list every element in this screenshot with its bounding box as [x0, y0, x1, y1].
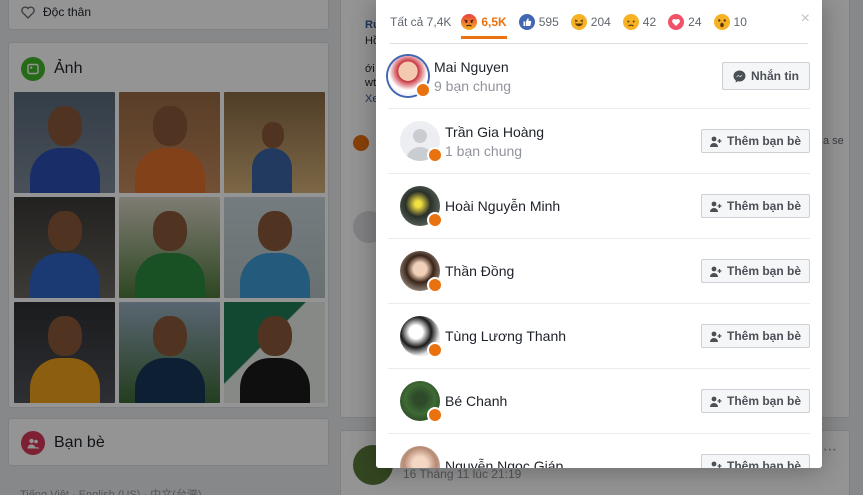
add-friend-icon — [709, 201, 722, 212]
person-name[interactable]: Trần Gia Hoàng — [445, 124, 544, 140]
add-friend-icon — [709, 266, 722, 277]
angry-reaction-icon — [427, 147, 443, 163]
add-friend-label: Thêm bạn bè — [726, 199, 801, 213]
tab-sad[interactable]: 42 — [622, 0, 657, 43]
tab-all-label: Tất cả 7,4K — [390, 14, 452, 29]
add-friend-label: Thêm bạn bè — [726, 329, 801, 343]
reaction-tabs: Tất cả 7,4K 6,5K 595 204 42 24 10 — [376, 0, 822, 43]
tab-sad-count: 42 — [642, 14, 657, 29]
person-name[interactable]: Tùng Lương Thanh — [445, 328, 566, 344]
wow-reaction-icon — [713, 13, 730, 30]
avatar[interactable] — [400, 446, 440, 468]
add-friend-button[interactable]: Thêm bạn bè — [700, 454, 810, 468]
messenger-icon — [733, 70, 746, 82]
add-friend-label: Thêm bạn bè — [726, 134, 801, 148]
person-name[interactable]: Mai Nguyen — [434, 59, 509, 75]
haha-reaction-icon — [570, 13, 587, 30]
add-friend-button[interactable]: Thêm bạn bè — [700, 259, 810, 283]
tab-angry-count: 6,5K — [481, 14, 507, 29]
angry-reaction-icon — [427, 342, 443, 358]
tab-love-count: 24 — [688, 14, 702, 29]
list-item: Nguyễn Ngọc Giáp Thêm bạn bè — [388, 434, 810, 468]
message-button-label: Nhắn tin — [751, 69, 799, 83]
tab-like[interactable]: 595 — [518, 0, 559, 43]
add-friend-button[interactable]: Thêm bạn bè — [700, 129, 810, 153]
person-name[interactable]: Hoài Nguyễn Minh — [445, 198, 560, 214]
tab-like-count: 595 — [538, 14, 559, 29]
list-item: Bé Chanh Thêm bạn bè — [388, 369, 810, 434]
love-reaction-icon — [668, 13, 685, 30]
list-item: Mai Nguyen 9 bạn chung Nhắn tin — [388, 44, 810, 109]
tab-haha[interactable]: 204 — [570, 0, 611, 43]
add-friend-label: Thêm bạn bè — [726, 394, 801, 408]
list-item: Hoài Nguyễn Minh Thêm bạn bè — [388, 174, 810, 239]
reactions-dialog: Tất cả 7,4K 6,5K 595 204 42 24 10 × Mai … — [376, 0, 822, 468]
person-name[interactable]: Thần Đồng — [445, 263, 514, 279]
tab-all[interactable]: Tất cả 7,4K — [390, 0, 451, 43]
add-friend-icon — [709, 136, 722, 147]
add-friend-label: Thêm bạn bè — [726, 459, 801, 468]
tab-angry[interactable]: 6,5K — [461, 0, 508, 43]
angry-reaction-icon — [415, 82, 431, 98]
mutual-friends[interactable]: 1 bạn chung — [445, 143, 522, 159]
angry-reaction-icon — [427, 212, 443, 228]
close-icon[interactable]: × — [801, 10, 810, 28]
mutual-friends[interactable]: 9 bạn chung — [434, 78, 511, 94]
angry-reaction-icon — [461, 13, 478, 30]
message-button[interactable]: Nhắn tin — [722, 62, 810, 90]
add-friend-icon — [711, 461, 722, 468]
add-friend-icon — [709, 331, 722, 342]
add-friend-button[interactable]: Thêm bạn bè — [700, 389, 810, 413]
add-friend-button[interactable]: Thêm bạn bè — [700, 324, 810, 348]
angry-reaction-icon — [427, 407, 443, 423]
add-friend-label: Thêm bạn bè — [726, 264, 801, 278]
angry-reaction-icon — [427, 277, 443, 293]
person-name[interactable]: Bé Chanh — [445, 393, 507, 409]
tab-wow-count: 10 — [733, 14, 747, 29]
tab-love[interactable]: 24 — [668, 0, 702, 43]
person-name[interactable]: Nguyễn Ngọc Giáp — [445, 458, 563, 468]
sad-reaction-icon — [622, 13, 639, 30]
reactors-list: Mai Nguyen 9 bạn chung Nhắn tin Trần Gia… — [388, 44, 810, 468]
tab-haha-count: 204 — [590, 14, 611, 29]
add-friend-icon — [709, 396, 722, 407]
list-item: Trần Gia Hoàng 1 bạn chung Thêm bạn bè — [388, 109, 810, 174]
tab-wow[interactable]: 10 — [713, 0, 747, 43]
list-item: Tùng Lương Thanh Thêm bạn bè — [388, 304, 810, 369]
list-item: Thần Đồng Thêm bạn bè — [388, 239, 810, 304]
add-friend-button[interactable]: Thêm bạn bè — [700, 194, 810, 218]
like-reaction-icon — [518, 13, 535, 30]
